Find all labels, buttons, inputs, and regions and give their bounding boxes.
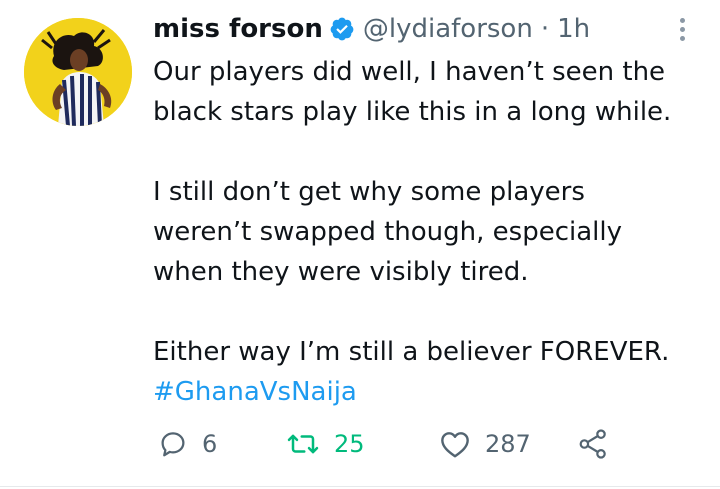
heart-icon	[441, 432, 469, 458]
text-line: weren’t swapped though, especially	[153, 217, 622, 247]
share-icon	[579, 429, 606, 459]
author-name[interactable]: miss forson	[153, 14, 323, 44]
author-handle[interactable]: @lydiaforson	[363, 14, 533, 44]
reply-icon	[161, 432, 185, 457]
tweet-actions: 6 25 287	[153, 424, 623, 464]
retweet-button[interactable]: 25	[286, 424, 365, 464]
more-vertical-icon[interactable]	[670, 12, 694, 46]
retweet-icon	[287, 434, 319, 454]
reply-button[interactable]: 6	[158, 424, 217, 464]
text-line: when they were visibly tired.	[153, 257, 529, 287]
text-line: black stars play like this in a long whi…	[153, 97, 672, 127]
verified-badge-icon	[329, 16, 355, 42]
text-line: Either way I’m still a believer FOREVER.	[153, 337, 670, 367]
reply-count: 6	[202, 430, 218, 458]
like-button[interactable]: 287	[439, 424, 531, 464]
tweet-card[interactable]: miss forson @lydiaforson · 1h Our player…	[0, 0, 720, 489]
like-count: 287	[485, 430, 531, 458]
tweet-timestamp[interactable]: 1h	[557, 14, 590, 44]
tweet-text: Our players did well, I haven’t seen the…	[153, 52, 698, 412]
divider	[0, 486, 720, 487]
avatar[interactable]	[24, 18, 132, 126]
separator-dot: ·	[540, 14, 550, 44]
text-line: Our players did well, I haven’t seen the	[153, 57, 666, 87]
text-line: I still don’t get why some players	[153, 177, 585, 207]
avatar-image	[24, 18, 132, 126]
retweet-count: 25	[334, 430, 365, 458]
hashtag-link[interactable]: #GhanaVsNaija	[153, 372, 698, 412]
share-button[interactable]	[578, 424, 608, 464]
tweet-header: miss forson @lydiaforson · 1h	[153, 12, 590, 46]
